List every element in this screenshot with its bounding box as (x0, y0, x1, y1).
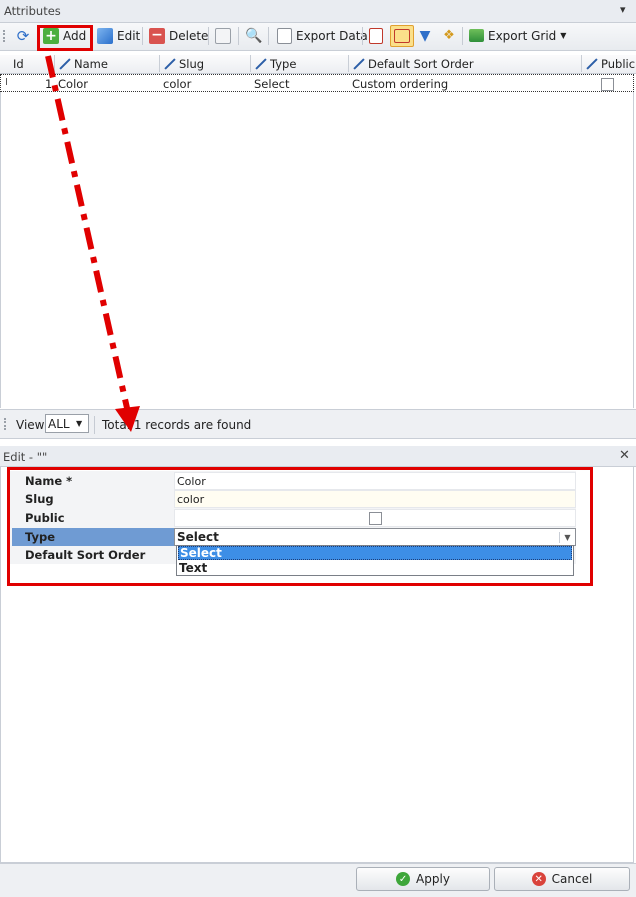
annotation-arrow-head (115, 406, 140, 432)
annotation-arrow-line (45, 55, 130, 409)
annotation-arrow (45, 55, 140, 432)
